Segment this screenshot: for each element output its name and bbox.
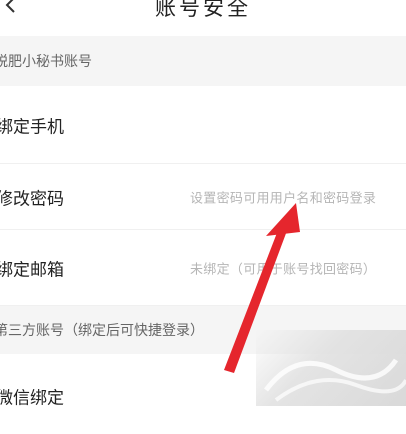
row-hint: 未绑定（可用于账号找回密码）	[190, 262, 377, 277]
row-change-password[interactable]: 修改密码 设置密码可用用户名和密码登录	[0, 164, 406, 230]
header-bar: 账号安全	[0, 0, 406, 36]
watermark-graphic	[264, 358, 406, 402]
row-label: 微信绑定	[0, 388, 64, 409]
row-label: 绑定手机	[0, 117, 64, 137]
page-title: 账号安全	[155, 0, 251, 20]
row-label: 绑定邮箱	[0, 260, 64, 280]
watermark	[256, 330, 406, 406]
row-hint: 设置密码可用用户名和密码登录	[190, 191, 377, 206]
section-label: 脱肥小秘书账号	[0, 54, 92, 70]
section-label: 第三方账号（绑定后可快捷登录）	[0, 323, 204, 339]
row-bind-phone[interactable]: 绑定手机	[0, 86, 406, 164]
row-label: 修改密码	[0, 189, 64, 209]
row-bind-email[interactable]: 绑定邮箱 未绑定（可用于账号找回密码）	[0, 230, 406, 306]
section-header-account: 脱肥小秘书账号	[0, 36, 406, 86]
